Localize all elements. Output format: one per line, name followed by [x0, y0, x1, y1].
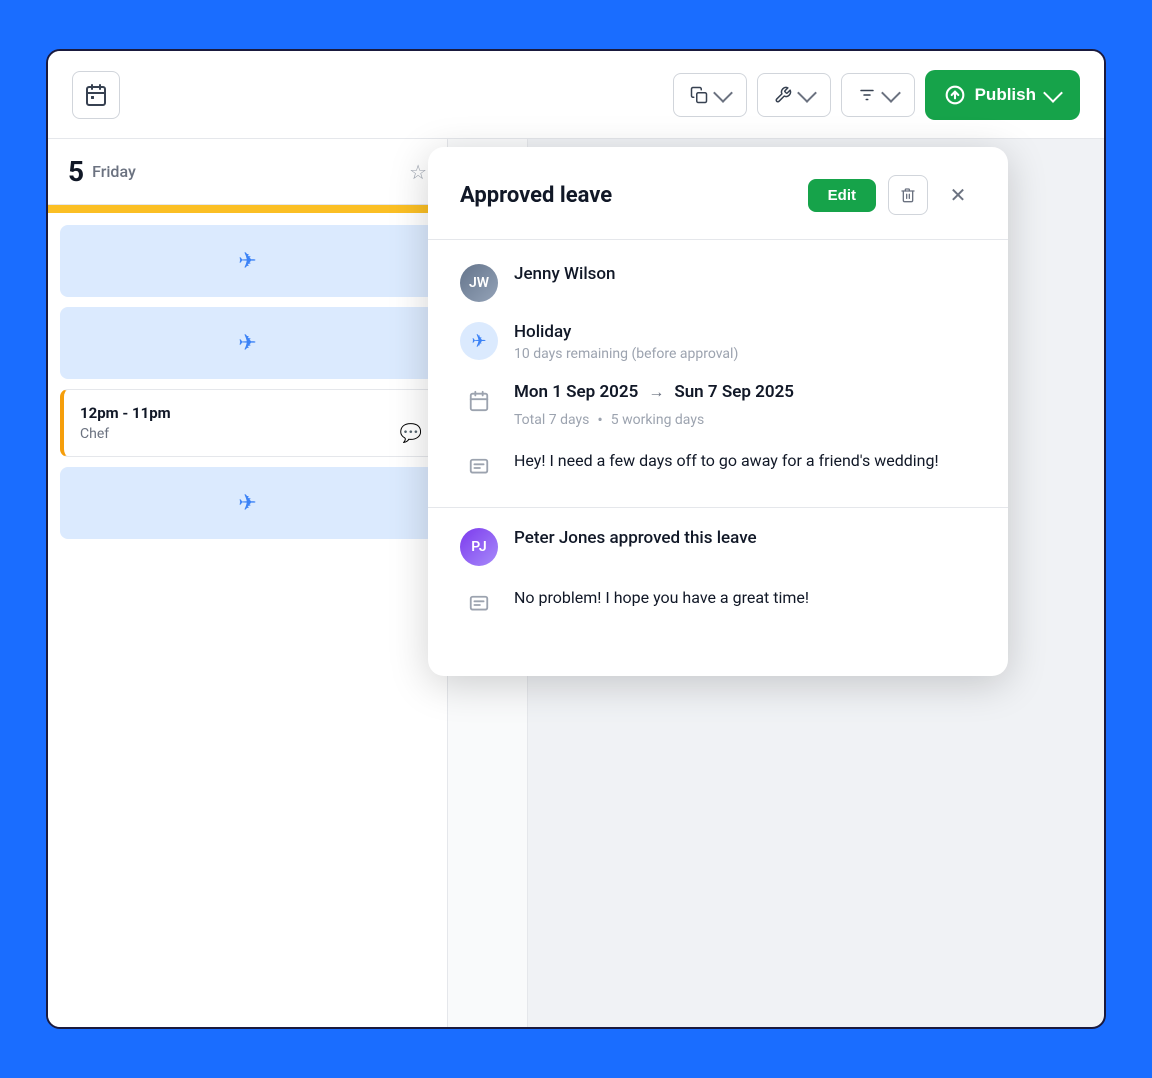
calendar-body: ✈ ✈ 12pm - 11pm Chef 💬 ✈: [48, 213, 447, 1027]
approver-message: No problem! I hope you have a great time…: [514, 586, 809, 610]
favorite-icon[interactable]: ☆: [409, 160, 427, 184]
employee-row: JW Jenny Wilson: [460, 264, 976, 302]
airplane-icon: ✈: [238, 491, 256, 516]
popup-bottom-divider: [428, 507, 1008, 508]
employee-info: Jenny Wilson: [514, 264, 616, 284]
employee-message: Hey! I need a few days off to go away fo…: [514, 449, 939, 473]
leave-type-info: Holiday 10 days remaining (before approv…: [514, 322, 738, 362]
settings-button[interactable]: [757, 73, 831, 117]
calendar-icon-button[interactable]: [72, 71, 120, 119]
holiday-icon-circle: ✈: [460, 322, 498, 360]
approver-message-content: No problem! I hope you have a great time…: [514, 586, 809, 610]
employee-avatar: JW: [460, 264, 498, 302]
calendar-panel: 5 Friday ☆ ✈ ✈ 12pm - 11pm Chef 💬: [48, 139, 448, 1027]
date-from: Mon 1 Sep 2025: [514, 382, 638, 402]
screen-container: Publish 5 Friday ☆ ✈ ✈: [46, 49, 1106, 1029]
employee-name: Jenny Wilson: [514, 264, 616, 284]
avatar: JW: [460, 264, 498, 302]
day-number: 5: [68, 155, 84, 188]
settings-chevron-icon: [797, 83, 817, 103]
airplane-icon: ✈: [238, 331, 256, 356]
copy-button[interactable]: [673, 73, 747, 117]
calendar-date-icon: [460, 382, 498, 420]
date-to: Sun 7 Sep 2025: [674, 382, 794, 402]
chat-icon: 💬: [400, 423, 422, 444]
approver-row: PJ Peter Jones approved this leave: [460, 528, 976, 566]
date-range-row: Mon 1 Sep 2025 → Sun 7 Sep 2025 Total 7 …: [460, 382, 976, 429]
popup-title: Approved leave: [460, 183, 796, 208]
message-content: Hey! I need a few days off to go away fo…: [514, 449, 939, 473]
leave-type-row: ✈ Holiday 10 days remaining (before appr…: [460, 322, 976, 362]
date-info: Mon 1 Sep 2025 → Sun 7 Sep 2025 Total 7 …: [514, 382, 794, 429]
approver-message-row: No problem! I hope you have a great time…: [460, 586, 976, 624]
popup-header: Approved leave Edit ✕: [460, 175, 976, 215]
filters-button[interactable]: [841, 73, 915, 117]
delete-button[interactable]: [888, 175, 928, 215]
date-range: Mon 1 Sep 2025 → Sun 7 Sep 2025: [514, 382, 794, 402]
leave-popup: Approved leave Edit ✕ JW: [428, 147, 1008, 676]
publish-chevron-icon: [1043, 83, 1063, 103]
leave-type: Holiday: [514, 322, 738, 342]
approver-info: Peter Jones approved this leave: [514, 528, 757, 548]
toolbar: Publish: [48, 51, 1104, 139]
list-item[interactable]: ✈: [60, 225, 435, 297]
day-name: Friday: [92, 162, 409, 181]
message-row: Hey! I need a few days off to go away fo…: [460, 449, 976, 487]
day-header: 5 Friday ☆: [48, 139, 447, 205]
approver-message-icon: [460, 586, 498, 624]
list-item[interactable]: ✈: [60, 467, 435, 539]
copy-icon: [690, 86, 708, 104]
copy-chevron-icon: [713, 83, 733, 103]
publish-label: Publish: [975, 85, 1036, 105]
shift-role: Chef: [80, 426, 418, 442]
toolbar-right: Publish: [673, 70, 1080, 120]
list-item[interactable]: ✈: [60, 307, 435, 379]
calendar-icon: [84, 83, 108, 107]
publish-upload-icon: [945, 85, 965, 105]
days-summary: Total 7 days • 5 working days: [514, 410, 794, 429]
publish-button[interactable]: Publish: [925, 70, 1080, 120]
toolbar-left: [72, 71, 120, 119]
shift-time: 12pm - 11pm: [80, 404, 418, 422]
approver-avatar-img: PJ: [460, 528, 498, 566]
airplane-icon: ✈: [238, 249, 256, 274]
list-item[interactable]: 12pm - 11pm Chef 💬: [60, 389, 435, 457]
edit-button[interactable]: Edit: [808, 179, 876, 212]
leave-remaining: 10 days remaining (before approval): [514, 346, 738, 362]
main-content: 5 Friday ☆ ✈ ✈ 12pm - 11pm Chef 💬: [48, 139, 1104, 1027]
popup-divider: [428, 239, 1008, 240]
working-days: 5 working days: [611, 412, 704, 428]
approver-avatar: PJ: [460, 528, 498, 566]
message-icon: [460, 449, 498, 487]
filter-icon: [858, 86, 876, 104]
close-button[interactable]: ✕: [940, 177, 976, 213]
trash-icon: [900, 187, 916, 203]
arrow-icon: →: [648, 382, 664, 402]
total-days: Total 7 days: [514, 412, 589, 428]
approver-name: Peter Jones approved this leave: [514, 528, 757, 548]
airplane-icon: ✈: [471, 331, 486, 352]
filters-chevron-icon: [881, 83, 901, 103]
wrench-icon: [774, 86, 792, 104]
